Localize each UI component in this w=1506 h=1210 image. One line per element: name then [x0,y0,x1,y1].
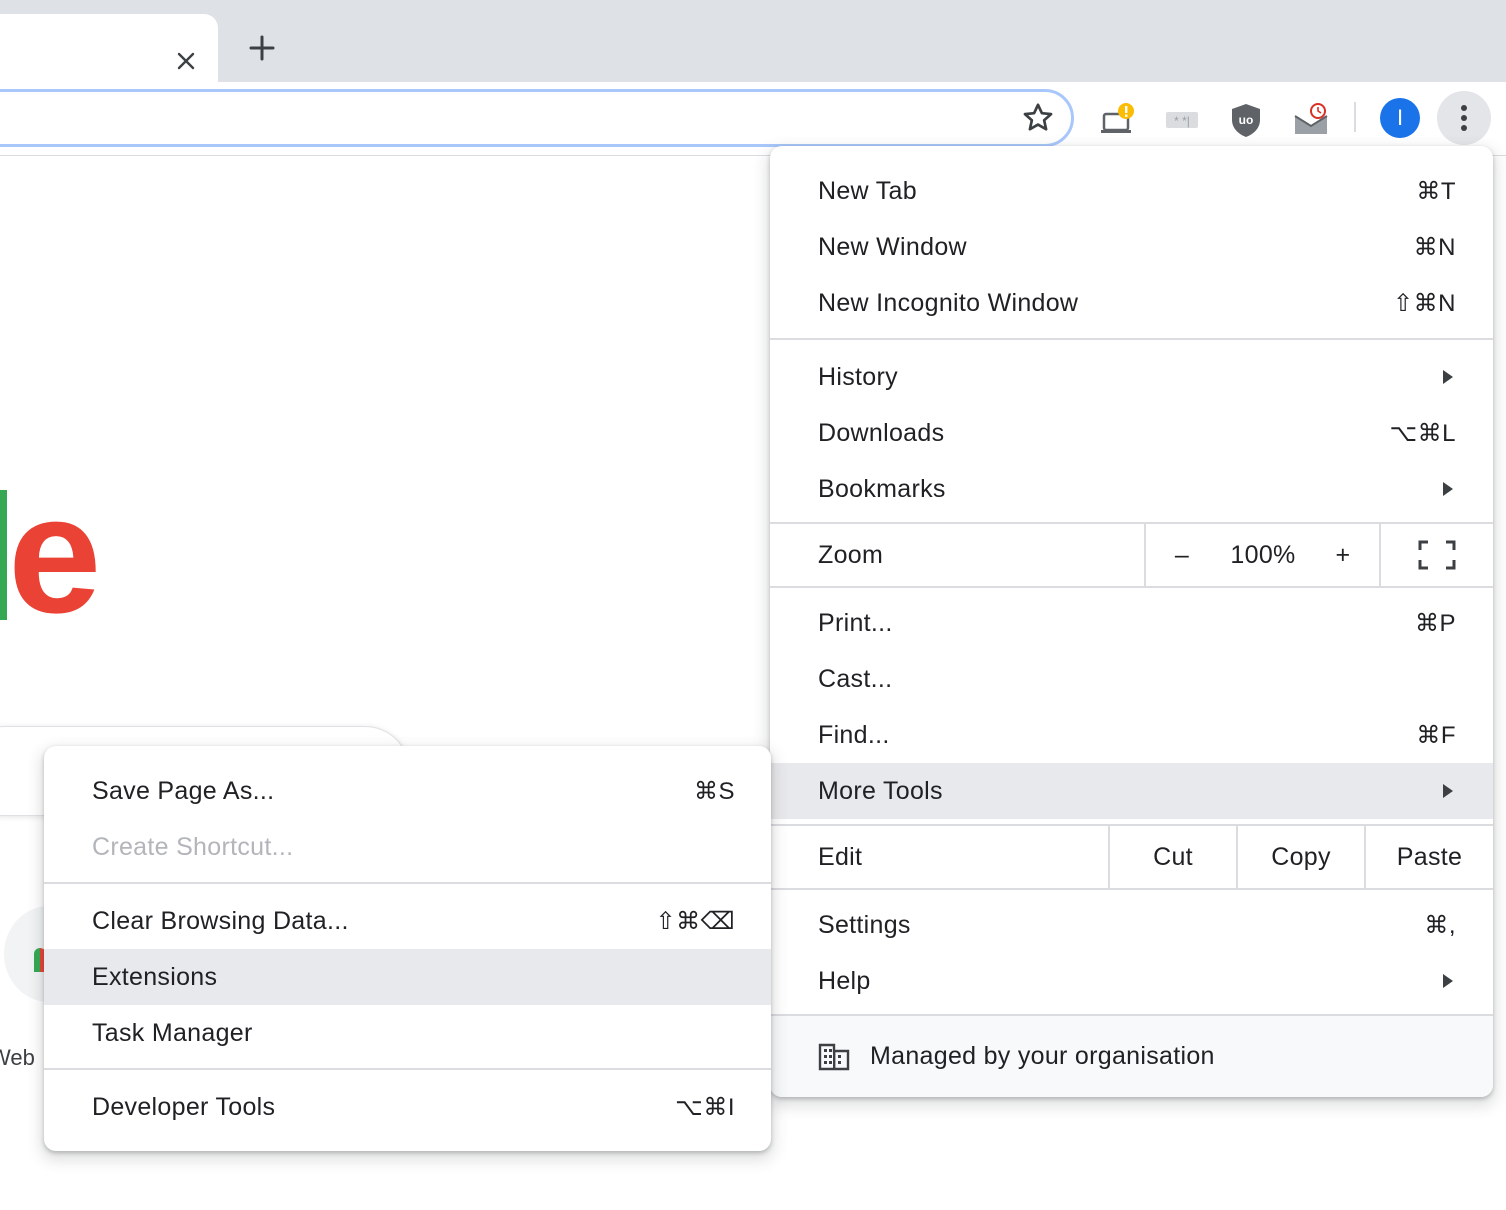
svg-text:* *|: * *| [1174,114,1190,128]
menu-item-save-page-as[interactable]: Save Page As... ⌘S [44,763,771,819]
menu-item-new-window[interactable]: New Window ⌘N [770,219,1493,275]
menu-item-label: Clear Browsing Data... [92,906,349,935]
menu-item-shortcut: ⌘P [1414,609,1456,637]
chrome-main-menu: New Tab ⌘T New Window ⌘N New Incognito W… [770,146,1493,1097]
menu-item-extensions[interactable]: Extensions [44,949,771,1005]
menu-item-bookmarks[interactable]: Bookmarks [770,461,1493,517]
menu-item-label: Downloads [818,418,945,447]
three-dots-icon [1461,105,1467,131]
menu-item-task-manager[interactable]: Task Manager [44,1005,771,1061]
menu-separator [44,882,771,884]
menu-item-label: History [818,362,898,391]
menu-item-label: Save Page As... [92,776,275,805]
menu-item-label: More Tools [818,776,943,805]
toolbar-divider [1354,102,1356,132]
paste-button[interactable]: Paste [1366,826,1493,888]
logo-red-letter: e [8,460,101,648]
mail-checker-icon[interactable] [1290,100,1330,140]
menu-item-settings[interactable]: Settings ⌘, [770,897,1493,953]
managed-by-organisation[interactable]: Managed by your organisation [770,1016,1493,1097]
submenu-arrow-icon [1443,784,1453,798]
menu-item-label: Settings [818,910,911,939]
ublock-origin-icon[interactable]: uo [1226,100,1266,140]
profile-avatar[interactable]: I [1380,98,1420,138]
menu-item-cast[interactable]: Cast... [770,651,1493,707]
fullscreen-button[interactable] [1381,524,1493,586]
menu-item-shortcut: ⌥⌘L [1389,419,1456,447]
svg-text:uo: uo [1239,113,1254,127]
menu-separator [44,1068,771,1070]
menu-separator [770,586,1493,588]
submenu-arrow-icon [1443,482,1453,496]
menu-item-label: Task Manager [92,1018,253,1047]
submenu-arrow-icon [1443,974,1453,988]
menu-item-label: Extensions [92,962,218,991]
menu-item-label: Cast... [818,664,893,693]
menu-item-shortcut: ⌘, [1424,911,1456,939]
menu-item-shortcut: ⌘S [693,777,735,805]
menu-item-label: Print... [818,608,893,637]
address-bar[interactable] [0,89,1074,147]
menu-item-shortcut: ⇧⌘⌫ [655,907,735,935]
password-extension-icon[interactable]: * *| [1162,100,1202,140]
edit-row: Edit Cut Copy Paste [770,826,1493,888]
copy-button[interactable]: Copy [1238,826,1364,888]
menu-item-label: New Tab [818,176,917,205]
avatar-letter: I [1396,105,1404,130]
fullscreen-icon [1418,540,1456,570]
menu-item-developer-tools[interactable]: Developer Tools ⌥⌘I [44,1079,771,1135]
menu-item-history[interactable]: History [770,349,1493,405]
menu-item-shortcut: ⌘F [1416,721,1456,749]
menu-item-print[interactable]: Print... ⌘P [770,595,1493,651]
cut-button[interactable]: Cut [1110,826,1236,888]
menu-item-shortcut: ⌘T [1416,177,1456,205]
menu-item-clear-browsing-data[interactable]: Clear Browsing Data... ⇧⌘⌫ [44,893,771,949]
menu-item-shortcut: ⇧⌘N [1393,289,1456,317]
zoom-out-button[interactable]: – [1146,524,1218,586]
menu-item-label: New Window [818,232,967,261]
menu-item-new-incognito-window[interactable]: New Incognito Window ⇧⌘N [770,275,1493,331]
menu-item-shortcut: ⌥⌘I [675,1093,735,1121]
building-icon [818,1042,852,1072]
close-icon[interactable] [172,47,200,75]
zoom-in-button[interactable]: + [1308,524,1378,586]
menu-item-label: Create Shortcut... [92,832,294,861]
managed-label: Managed by your organisation [870,1042,1215,1070]
edit-label: Edit [818,842,863,871]
menu-item-label: Developer Tools [92,1092,276,1121]
star-icon[interactable] [1020,100,1056,136]
menu-item-label: Find... [818,720,890,749]
menu-item-downloads[interactable]: Downloads ⌥⌘L [770,405,1493,461]
active-tab[interactable] [0,14,218,82]
menu-item-more-tools[interactable]: More Tools [770,763,1493,819]
logo-green-letter [0,490,7,620]
zoom-label: Zoom [818,540,884,569]
menu-item-create-shortcut: Create Shortcut... [44,819,771,875]
menu-separator [770,338,1493,340]
menu-item-shortcut: ⌘N [1413,233,1456,261]
menu-item-label: Bookmarks [818,474,946,503]
menu-separator [770,888,1493,890]
submenu-arrow-icon [1443,370,1453,384]
menu-item-label: New Incognito Window [818,288,1079,317]
menu-item-find[interactable]: Find... ⌘F [770,707,1493,763]
tab-strip [0,0,1506,82]
menu-item-new-tab[interactable]: New Tab ⌘T [770,163,1493,219]
zoom-level: 100% [1230,540,1296,569]
plus-icon [249,35,275,61]
chrome-menu-button[interactable] [1437,91,1491,145]
toolbar [0,82,1506,156]
cast-warning-icon[interactable] [1098,100,1138,140]
more-tools-submenu: Save Page As... ⌘S Create Shortcut... Cl… [44,746,771,1151]
menu-item-help[interactable]: Help [770,953,1493,1009]
shortcut-label: Web [0,1045,35,1070]
new-tab-button[interactable] [244,28,280,68]
zoom-row: Zoom – 100% + [770,524,1493,586]
menu-item-label: Help [818,966,871,995]
